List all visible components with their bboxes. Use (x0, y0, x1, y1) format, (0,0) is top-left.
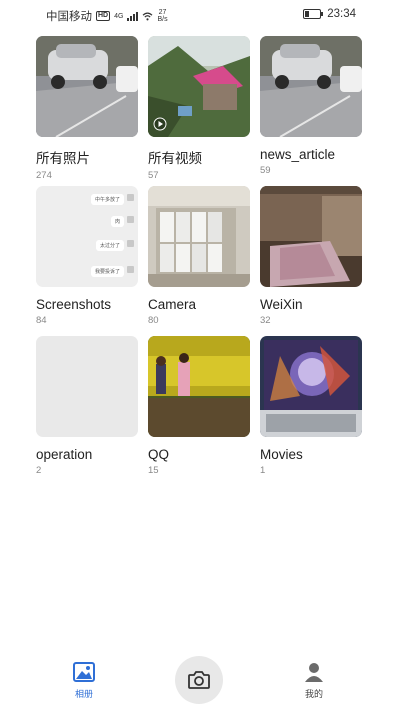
kids-flower-field-photo (148, 336, 250, 437)
network-speed-value: 27 (158, 9, 167, 16)
chat-screenshot: 中午多放了 肉 太过分了 我要投诉了 (36, 186, 138, 287)
album-name: QQ (148, 447, 170, 462)
status-bar: 中国移动 HD 4G 27 B/s 23:34 (0, 0, 400, 28)
album-news-article[interactable]: news_article 59 (260, 36, 362, 176)
album-thumbnail[interactable] (260, 336, 362, 437)
album-operation[interactable]: operation 2 (36, 336, 138, 476)
clock: 23:34 (327, 8, 356, 20)
album-thumbnail[interactable] (148, 336, 250, 437)
chat-message: 太过分了 (99, 243, 120, 249)
album-count: 57 (148, 170, 159, 181)
cartoon-laptop-photo (260, 336, 362, 437)
album-thumbnail[interactable] (260, 186, 362, 287)
chat-bubble: 太过分了 (95, 240, 124, 251)
tab-me-label: 我的 (304, 689, 323, 699)
avatar (127, 216, 134, 223)
avatar (127, 266, 134, 273)
tab-albums-label: 相册 (74, 689, 93, 699)
album-name: operation (36, 447, 93, 462)
album-name: WeiXin (260, 297, 303, 312)
album-qq[interactable]: QQ 15 (148, 336, 250, 476)
album-name: 所有视频 (148, 151, 202, 166)
album-thumbnail[interactable] (36, 36, 138, 137)
album-count: 59 (260, 165, 271, 176)
tab-me[interactable]: 我的 (284, 662, 344, 700)
car-street-photo (36, 36, 138, 137)
album-thumbnail[interactable] (148, 36, 250, 137)
wifi-icon (143, 12, 153, 20)
chat-bubble: 肉 (110, 216, 124, 227)
album-count: 274 (36, 170, 52, 181)
signal-icon (127, 11, 139, 21)
album-movies[interactable]: Movies 1 (260, 336, 362, 476)
chat-message: 我要投诉了 (94, 269, 120, 275)
album-name: news_article (260, 147, 336, 162)
hd-badge: HD (96, 11, 111, 21)
chat-bubble: 我要投诉了 (90, 266, 124, 277)
chat-message: 中午多放了 (94, 197, 120, 203)
album-thumbnail[interactable] (36, 336, 138, 437)
album-thumbnail[interactable] (148, 186, 250, 287)
album-count: 32 (260, 315, 271, 326)
album-thumbnail[interactable] (260, 36, 362, 137)
brick-room-bed-photo (260, 186, 362, 287)
network-speed: 27 B/s (157, 9, 167, 23)
album-name: Camera (148, 297, 197, 312)
album-screenshots[interactable]: 中午多放了 肉 太过分了 我要投诉了 Screenshots 84 (36, 186, 138, 326)
album-weixin[interactable]: WeiXin 32 (260, 186, 362, 326)
album-camera[interactable]: Camera 80 (148, 186, 250, 326)
album-all-photos[interactable]: 所有照片 274 (36, 36, 138, 181)
album-name: Screenshots (36, 297, 112, 312)
network-type: 4G (114, 12, 124, 20)
avatar (127, 194, 134, 201)
person-icon (305, 663, 323, 682)
network-speed-unit: B/s (157, 16, 168, 23)
shelf-boxes-photo (148, 186, 250, 287)
album-count: 84 (36, 315, 47, 326)
chat-message: 肉 (114, 219, 120, 225)
avatar (127, 240, 134, 247)
album-name: Movies (260, 447, 303, 462)
album-count: 80 (148, 315, 159, 326)
chat-bubble: 中午多放了 (90, 194, 124, 205)
album-name: 所有照片 (36, 151, 90, 166)
camera-icon (188, 671, 210, 689)
bottom-nav: 相册 我的 (0, 640, 400, 711)
album-count: 1 (260, 465, 266, 476)
album-count: 15 (148, 465, 159, 476)
camera-button[interactable] (175, 656, 223, 704)
carrier-name: 中国移动 (46, 11, 92, 23)
car-street-photo (260, 36, 362, 137)
album-count: 2 (36, 465, 42, 476)
album-all-videos[interactable]: 所有视频 57 (148, 36, 250, 181)
album-thumbnail[interactable]: 中午多放了 肉 太过分了 我要投诉了 (36, 186, 138, 287)
photo-album-icon (73, 662, 95, 682)
battery-icon (303, 9, 324, 19)
play-icon (153, 117, 167, 131)
tab-albums[interactable]: 相册 (54, 662, 114, 700)
